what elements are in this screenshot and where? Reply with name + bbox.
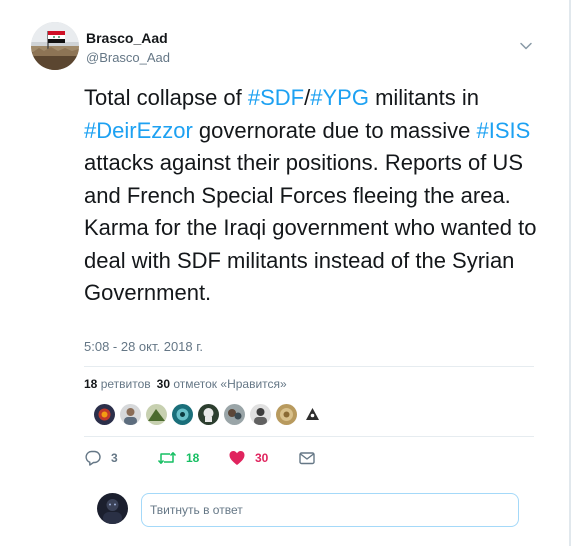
liker-avatar[interactable]: [276, 404, 297, 425]
hashtag-link[interactable]: #SDF: [248, 85, 304, 110]
hashtag-link[interactable]: #ISIS: [477, 118, 531, 143]
retweet-button[interactable]: 18: [157, 448, 199, 468]
chevron-down-icon[interactable]: [518, 38, 534, 54]
tweet-text-segment: militants in: [368, 85, 479, 110]
liker-avatar[interactable]: [120, 404, 141, 425]
tweet-card: Brasco_Aad @Brasco_Aad Total collapse of…: [0, 0, 569, 546]
tweet-timestamp[interactable]: 5:08 - 28 окт. 2018 г.: [84, 339, 203, 354]
author-avatar-image: [31, 22, 79, 70]
author-screen-name[interactable]: @Brasco_Aad: [86, 50, 170, 65]
author-avatar[interactable]: [31, 22, 79, 70]
reply-icon: [84, 449, 102, 467]
heart-icon: [228, 449, 246, 467]
direct-message-button[interactable]: [298, 448, 316, 468]
likes-label: отметок «Нравится»: [173, 377, 287, 391]
reply-input[interactable]: [141, 493, 519, 527]
current-user-avatar[interactable]: [97, 493, 128, 524]
liker-avatar[interactable]: [250, 404, 271, 425]
tweet-text-segment: Total collapse of: [84, 85, 248, 110]
reply-button[interactable]: 3: [84, 448, 118, 468]
liker-avatar[interactable]: [172, 404, 193, 425]
likes-count: 30: [156, 377, 170, 391]
tweet-text-segment: governorate due to massive: [192, 117, 477, 143]
direct-message-icon: [298, 449, 316, 467]
retweets-count: 18: [84, 377, 98, 391]
retweets-label: ретвитов: [100, 377, 151, 391]
tweet-text-segment: attacks against their positions. Reports…: [84, 150, 537, 305]
liker-avatar[interactable]: [302, 404, 323, 425]
hashtag-link[interactable]: #YPG: [310, 85, 369, 110]
like-button[interactable]: 30: [228, 448, 268, 468]
tweet-stats: 18 ретвитов 30 отметок «Нравится»: [84, 377, 287, 391]
liker-avatar[interactable]: [94, 404, 115, 425]
reply-count: 3: [111, 451, 118, 465]
retweet-icon: [157, 449, 177, 467]
like-count: 30: [255, 451, 269, 465]
hashtag-link[interactable]: #DeirEzzor: [84, 118, 193, 143]
liker-avatar[interactable]: [198, 404, 219, 425]
retweets-stat[interactable]: 18 ретвитов: [84, 377, 151, 391]
author-display-name[interactable]: Brasco_Aad: [86, 30, 168, 46]
likes-stat[interactable]: 30 отметок «Нравится»: [157, 377, 287, 391]
liker-avatar[interactable]: [224, 404, 245, 425]
retweet-count: 18: [186, 451, 200, 465]
tweet-text: Total collapse of #SDF/#YPG militants in…: [84, 82, 544, 310]
divider: [84, 366, 534, 367]
divider: [84, 436, 534, 437]
liker-avatar[interactable]: [146, 404, 167, 425]
